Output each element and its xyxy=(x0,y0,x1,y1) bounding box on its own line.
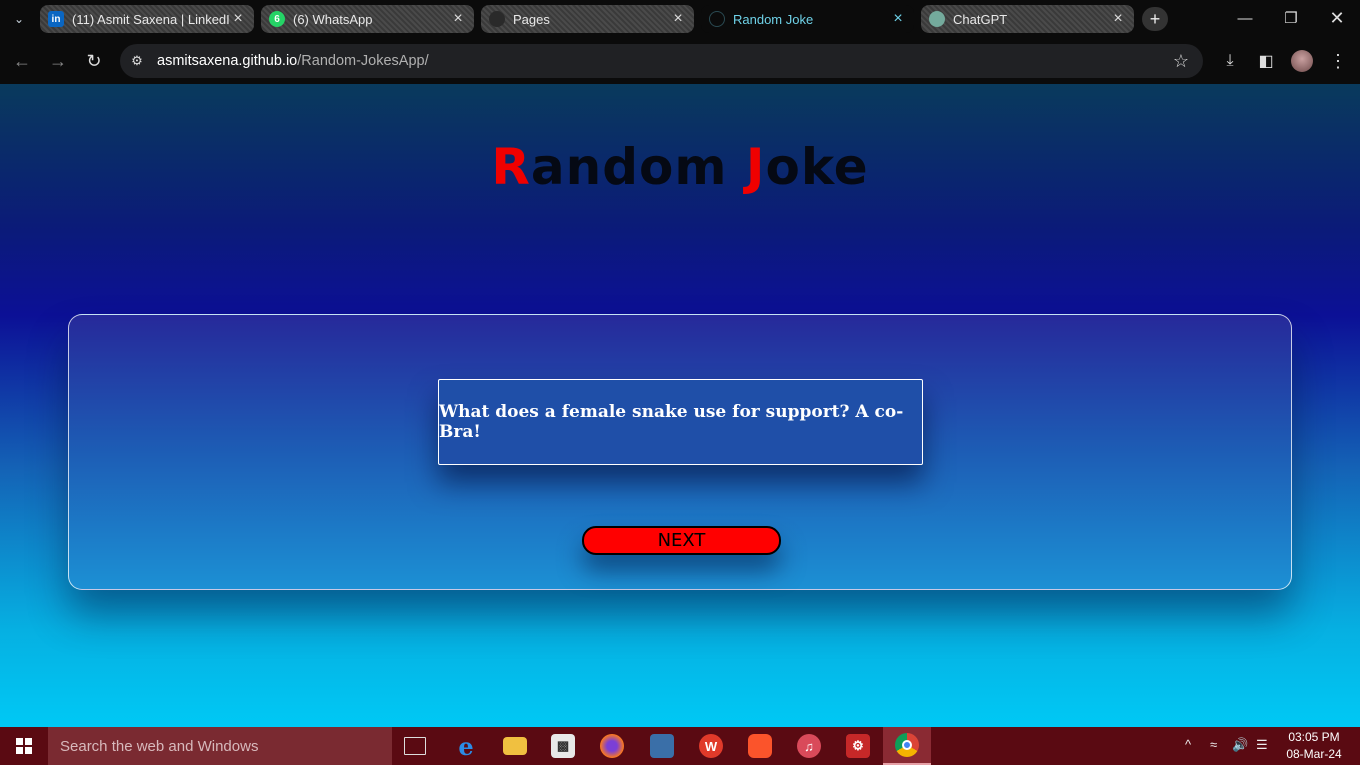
firefox-icon[interactable] xyxy=(600,734,624,758)
browser-toolbar: ← → ↻ ⚙ asmitsaxena.github.io/Random-Jok… xyxy=(0,38,1360,84)
close-icon[interactable]: × xyxy=(890,10,906,28)
tab-bar: ⌄ in (11) Asmit Saxena | LinkedIn × 6 (6… xyxy=(0,0,1360,38)
new-tab-button[interactable]: + xyxy=(1142,7,1168,31)
wifi-icon[interactable]: ≈ xyxy=(1210,737,1217,752)
music-player-icon[interactable]: ♫ xyxy=(797,734,821,758)
task-view-icon[interactable] xyxy=(404,737,426,755)
close-icon[interactable]: × xyxy=(450,10,466,28)
tab-title: (6) WhatsApp xyxy=(293,11,373,27)
address-bar[interactable]: ⚙ asmitsaxena.github.io/Random-JokesApp/… xyxy=(120,44,1203,78)
wps-office-icon[interactable]: W xyxy=(699,734,723,758)
side-panel-icon[interactable]: ◧ xyxy=(1255,50,1277,72)
python-icon[interactable] xyxy=(650,734,674,758)
windows-logo-icon xyxy=(16,738,32,754)
show-hidden-icons-icon[interactable]: ^ xyxy=(1185,737,1191,752)
chrome-taskbar-button[interactable] xyxy=(883,727,931,765)
menu-dots-icon[interactable]: ⋮ xyxy=(1327,50,1349,72)
tab-chatgpt[interactable]: ChatGPT × xyxy=(921,5,1134,33)
tab-pages[interactable]: Pages × xyxy=(481,5,694,33)
title-initial-r: R xyxy=(491,138,531,196)
tab-linkedin[interactable]: in (11) Asmit Saxena | LinkedIn × xyxy=(40,5,254,33)
url-host: asmitsaxena.github.io xyxy=(157,53,298,69)
close-icon[interactable]: × xyxy=(1110,10,1126,28)
tab-title: (11) Asmit Saxena | LinkedIn xyxy=(72,11,230,27)
close-window-icon[interactable]: ✕ xyxy=(1322,6,1352,30)
joke-card: What does a female snake use for support… xyxy=(68,314,1292,590)
profile-avatar[interactable] xyxy=(1291,50,1313,72)
edge-icon[interactable]: e xyxy=(454,732,478,761)
reload-icon[interactable]: ↻ xyxy=(81,48,107,74)
github-icon xyxy=(489,11,505,27)
bookmark-star-icon[interactable]: ☆ xyxy=(1173,51,1189,72)
page-title: Random Joke xyxy=(0,138,1360,196)
url-path: /Random-JokesApp/ xyxy=(297,53,429,69)
download-icon[interactable]: ⤓ xyxy=(1219,50,1241,72)
page-viewport: Random Joke What does a female snake use… xyxy=(0,84,1360,727)
tab-search-chevron-icon[interactable]: ⌄ xyxy=(6,7,32,31)
chrome-icon xyxy=(895,733,919,757)
restore-icon[interactable]: ❐ xyxy=(1276,6,1306,30)
tab-whatsapp[interactable]: 6 (6) WhatsApp × xyxy=(261,5,474,33)
site-info-icon[interactable]: ⚙ xyxy=(120,53,154,69)
taskbar-search[interactable]: Search the web and Windows xyxy=(48,727,392,765)
linkedin-icon: in xyxy=(48,11,64,27)
brave-icon[interactable] xyxy=(748,734,772,758)
next-button[interactable]: NEXT xyxy=(582,526,781,555)
volume-icon[interactable]: 🔊 xyxy=(1232,737,1248,753)
whatsapp-icon: 6 xyxy=(269,11,285,27)
tab-title: Pages xyxy=(513,11,550,27)
title-word-joke: oke xyxy=(765,138,869,196)
clock-date: 08-Mar-24 xyxy=(1286,747,1342,761)
url-text[interactable]: asmitsaxena.github.io/Random-JokesApp/ xyxy=(157,53,429,69)
clock-time: 03:05 PM xyxy=(1288,730,1340,744)
start-button[interactable] xyxy=(0,727,48,765)
taskbar: Search the web and Windows e ▩ W ♫ ⚙ ^ ≈… xyxy=(0,727,1360,765)
forward-arrow-icon[interactable]: → xyxy=(45,48,71,74)
tab-title: ChatGPT xyxy=(953,11,1008,27)
joke-text: What does a female snake use for support… xyxy=(439,402,904,442)
minimize-icon[interactable]: — xyxy=(1230,6,1260,30)
store-icon[interactable]: ▩ xyxy=(551,734,575,758)
file-explorer-icon[interactable] xyxy=(503,737,527,755)
title-word-random: andom xyxy=(530,138,746,196)
settings-app-icon[interactable]: ⚙ xyxy=(846,734,870,758)
close-icon[interactable]: × xyxy=(670,10,686,28)
globe-icon xyxy=(709,11,725,27)
chatgpt-icon xyxy=(929,11,945,27)
tab-random-joke[interactable]: Random Joke × xyxy=(701,5,914,33)
notifications-icon[interactable]: ☰ xyxy=(1256,737,1268,753)
joke-box: What does a female snake use for support… xyxy=(438,379,923,465)
title-initial-j: J xyxy=(745,138,766,196)
close-icon[interactable]: × xyxy=(230,10,246,28)
tab-title: Random Joke xyxy=(733,11,814,27)
taskbar-clock[interactable]: 03:05 PM 08-Mar-24 xyxy=(1280,729,1348,763)
back-arrow-icon[interactable]: ← xyxy=(9,48,35,74)
